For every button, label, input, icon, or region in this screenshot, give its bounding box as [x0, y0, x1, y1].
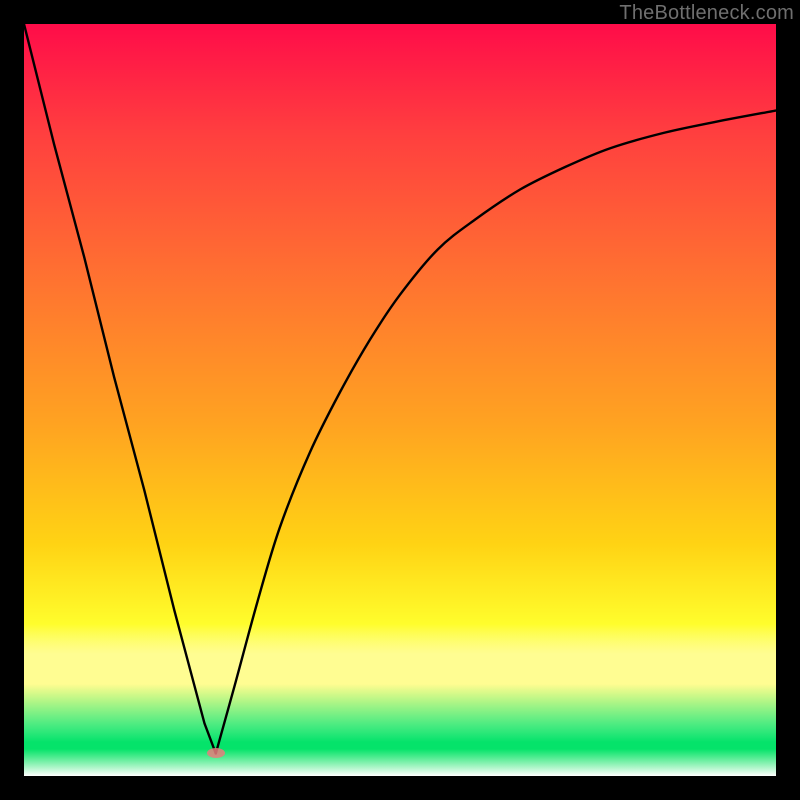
- curve-right-branch: [216, 111, 776, 754]
- plot-frame: [24, 24, 776, 776]
- curve-left-branch: [24, 24, 216, 753]
- bottleneck-curve: [24, 24, 776, 776]
- minimum-marker: [207, 748, 225, 758]
- watermark-text: TheBottleneck.com: [619, 2, 794, 25]
